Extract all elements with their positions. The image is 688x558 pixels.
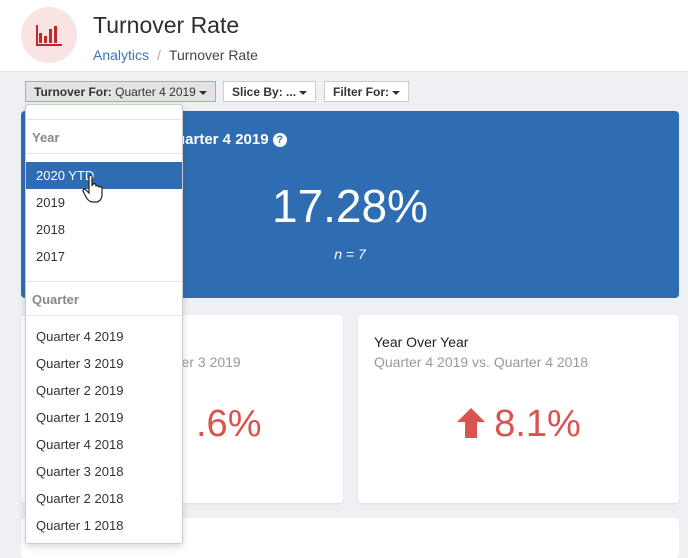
menu-item-quarter[interactable]: Quarter 3 2019 — [26, 350, 182, 377]
slice-by-dropdown[interactable]: Slice By: ... — [223, 81, 317, 102]
menu-item-quarter[interactable]: Quarter 1 2018 — [26, 512, 182, 539]
breadcrumb: Analytics / Turnover Rate — [93, 47, 258, 63]
menu-spacer — [26, 154, 182, 162]
filter-label: Filter For: — [333, 85, 389, 99]
page-header: Turnover Rate Analytics / Turnover Rate — [0, 0, 688, 72]
caret-down-icon — [198, 90, 207, 95]
menu-spacer — [26, 316, 182, 323]
caret-down-icon — [392, 90, 400, 95]
breadcrumb-separator: / — [157, 47, 161, 63]
menu-spacer — [26, 270, 182, 281]
card-title: uarter 4 2019 ? — [176, 131, 287, 148]
menu-item-quarter[interactable]: Quarter 4 2018 — [26, 431, 182, 458]
card-value: .6% — [196, 403, 262, 445]
menu-item-quarter[interactable]: Quarter 2 2018 — [26, 485, 182, 512]
menu-item-year[interactable]: 2018 — [26, 216, 182, 243]
slice-label: Slice By: ... — [232, 85, 297, 99]
menu-item-year[interactable]: 2020 YTD — [26, 162, 182, 189]
year-over-year-card: Year Over Year Quarter 4 2019 vs. Quarte… — [358, 315, 679, 503]
turnover-for-menu: Year 2020 YTD 2019 2018 2017 Quarter Qua… — [25, 104, 183, 544]
arrow-up-icon — [457, 408, 486, 438]
hand-cursor-icon — [82, 174, 103, 203]
menu-item-quarter[interactable]: Quarter 3 2018 — [26, 458, 182, 485]
card-subtitle: rter 3 2019 — [173, 354, 241, 370]
menu-item-year[interactable]: 2017 — [26, 243, 182, 270]
bar-chart-icon — [21, 7, 77, 63]
breadcrumb-current: Turnover Rate — [168, 47, 258, 63]
help-icon[interactable]: ? — [272, 133, 287, 147]
card-subtitle: Quarter 4 2019 vs. Quarter 4 2018 — [374, 354, 589, 370]
quarter-group-header: Quarter — [26, 281, 182, 316]
turnover-for-dropdown[interactable]: Turnover For: Quarter 4 2019 — [25, 81, 216, 102]
menu-item-quarter[interactable]: Quarter 2 2019 — [26, 377, 182, 404]
menu-item-quarter[interactable]: Quarter 4 2019 — [26, 323, 182, 350]
menu-item-year[interactable]: 2019 — [26, 189, 182, 216]
card-title: Year Over Year — [374, 334, 469, 350]
breadcrumb-analytics[interactable]: Analytics — [93, 47, 149, 63]
card-title-text: uarter 4 2019 — [176, 131, 269, 148]
caret-down-icon — [299, 90, 308, 95]
filter-for-dropdown[interactable]: Filter For: — [324, 81, 409, 102]
card-value-row: 8.1% — [358, 403, 679, 446]
turnover-label: Turnover For: — [34, 85, 112, 99]
year-group-header: Year — [26, 119, 182, 154]
page-title: Turnover Rate — [93, 12, 240, 38]
menu-item-quarter[interactable]: Quarter 1 2019 — [26, 404, 182, 431]
yoy-value: 8.1% — [494, 403, 581, 445]
turnover-value: Quarter 4 2019 — [115, 85, 196, 99]
menu-spacer — [26, 105, 182, 119]
